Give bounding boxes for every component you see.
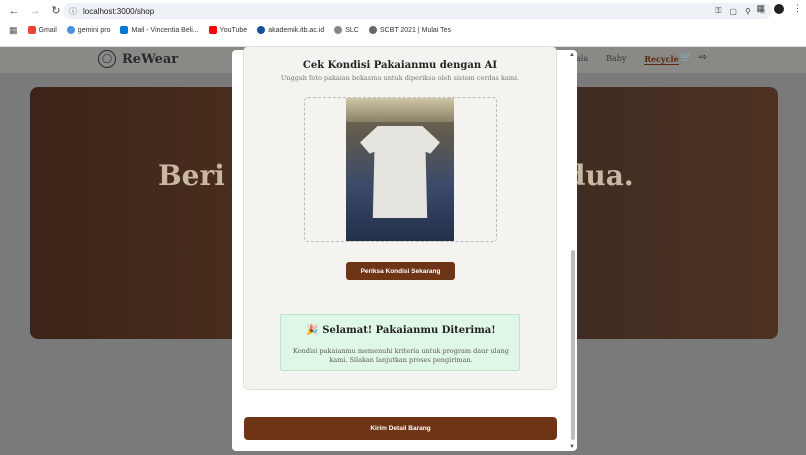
bookmark-akademik[interactable]: akademik.itb.ac.id <box>257 26 324 34</box>
logout-icon[interactable]: ⇨ <box>698 52 706 63</box>
nav-item-baby[interactable]: Baby <box>606 54 626 65</box>
nav-icons: 🛒 ⇨ <box>680 52 707 63</box>
bookmark-scbt[interactable]: SCBT 2021 | Mulai Tes <box>368 26 451 34</box>
bookmark-mail[interactable]: Mail - Vincentia Beli... <box>120 26 199 34</box>
shirt-logo-icon: ◯ <box>98 50 116 68</box>
cart-icon[interactable]: 🛒 <box>680 52 692 63</box>
uploaded-photo <box>346 98 454 241</box>
reload-icon[interactable]: ↻ <box>49 4 63 18</box>
nav-item-recycle[interactable]: Recycle <box>644 54 679 65</box>
nav-item-partial[interactable]: ala <box>576 54 588 65</box>
scbt-icon <box>368 26 377 34</box>
bookmarks-bar: ▦ Gmail gemini pro Mail - Vincentia Beli… <box>0 23 806 37</box>
bookmark-gemini[interactable]: gemini pro <box>66 26 110 34</box>
brand-name: ReWear <box>122 51 179 67</box>
extensions-icon[interactable]: ▦ <box>756 3 765 14</box>
profile-avatar[interactable] <box>774 3 784 14</box>
success-alert: 🎉 Selamat! Pakaianmu Diterima! Kondisi p… <box>280 314 520 371</box>
brand-logo[interactable]: ◯ ReWear <box>98 50 178 68</box>
success-title: 🎉 Selamat! Pakaianmu Diterima! <box>281 325 521 336</box>
submit-item-details-button[interactable]: Kirim Detail Barang <box>244 417 557 440</box>
bookmark-youtube[interactable]: YouTube <box>208 26 247 34</box>
back-icon[interactable]: ← <box>7 4 21 18</box>
key-icon[interactable]: ⚿ <box>715 6 721 16</box>
url-text: localhost:3000/shop <box>83 6 155 16</box>
scroll-down-icon[interactable]: ▼ <box>569 444 575 450</box>
bookmark-slc[interactable]: SLC <box>334 26 359 34</box>
forward-icon[interactable]: → <box>28 4 42 18</box>
zoom-icon[interactable]: ⚲ <box>745 7 751 16</box>
white-tshirt <box>360 126 440 218</box>
modal-title: Cek Kondisi Pakaianmu dengan AI <box>302 60 498 71</box>
photo-background <box>346 98 454 122</box>
nav-links: ala Baby Recycle <box>576 54 679 65</box>
browser-toolbar: ← → ↻ ⓘ localhost:3000/shop ⚿ ▢ ⚲ ☆ ▦ ⋮ <box>0 0 806 21</box>
check-condition-button[interactable]: Periksa Kondisi Sekarang <box>346 262 455 280</box>
address-bar[interactable]: ⓘ localhost:3000/shop ⚿ ▢ ⚲ ☆ <box>63 3 772 19</box>
scroll-up-icon[interactable]: ▲ <box>569 52 575 58</box>
modal-scrollbar[interactable]: ▲ ▼ <box>569 52 576 450</box>
site-info-icon[interactable]: ⓘ <box>69 6 77 17</box>
cast-icon[interactable]: ▢ <box>729 7 737 16</box>
gmail-icon <box>27 26 36 34</box>
mail-icon <box>120 26 129 34</box>
modal-subtitle: Unggah foto pakaian bekasmu untuk diperi… <box>280 74 520 82</box>
browser-chrome: ← → ↻ ⓘ localhost:3000/shop ⚿ ▢ ⚲ ☆ ▦ ⋮ … <box>0 0 806 47</box>
menu-icon[interactable]: ⋮ <box>793 3 802 14</box>
youtube-icon <box>208 26 217 34</box>
success-message: Kondisi pakaianmu memenuhi kriteria untu… <box>293 347 509 364</box>
globe-icon <box>257 26 266 34</box>
scrollbar-thumb[interactable] <box>571 250 575 440</box>
party-icon: 🎉 <box>306 325 319 336</box>
slc-icon <box>334 26 343 34</box>
success-title-text: Selamat! Pakaianmu Diterima! <box>322 325 496 336</box>
bookmark-gmail[interactable]: Gmail <box>27 26 57 34</box>
gemini-icon <box>66 26 75 34</box>
apps-icon[interactable]: ▦ <box>9 25 18 36</box>
